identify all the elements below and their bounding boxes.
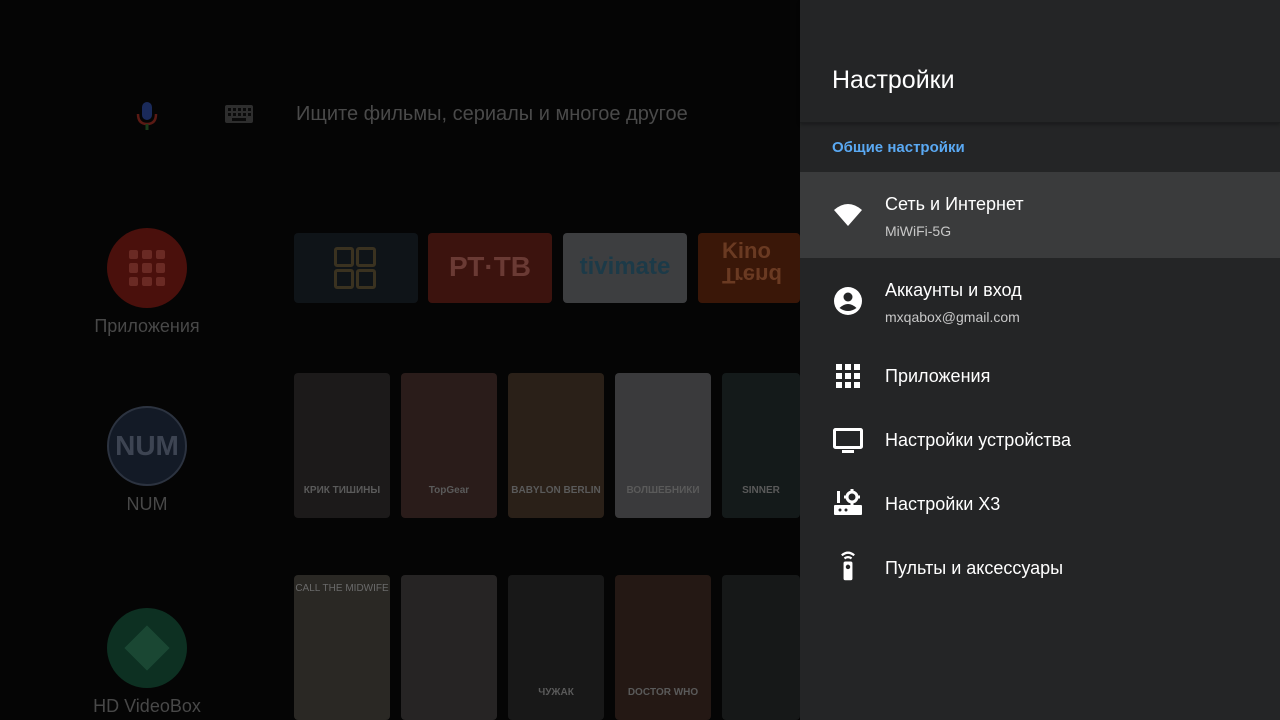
settings-item-network[interactable]: Сеть и Интернет MiWiFi-5G <box>800 172 1280 258</box>
poster-caption: SINNER <box>742 485 780 496</box>
poster-card[interactable]: SINNER <box>722 373 800 518</box>
app-tile-text: tivimate <box>579 253 671 280</box>
apps-circle-icon <box>107 228 187 308</box>
account-icon <box>834 287 862 315</box>
settings-item-x3[interactable]: Настройки X3 <box>800 472 1280 536</box>
hd-videobox-icon <box>107 608 187 688</box>
home-screen-background: Ищите фильмы, сериалы и многое другое Пр… <box>0 0 800 720</box>
settings-item-title: Настройки устройства <box>885 430 1071 450</box>
settings-item-device[interactable]: Настройки устройства <box>800 408 1280 472</box>
poster-caption: TopGear <box>428 485 470 496</box>
poster-card[interactable]: ВОЛШЕБНИКИ <box>615 373 711 518</box>
page-title: Настройки <box>832 66 955 94</box>
app-tile-tivimate[interactable]: tivimate <box>563 233 687 303</box>
poster-card[interactable]: BABYLON BERLIN <box>508 373 604 518</box>
app-tile-text: Kino Trend <box>722 238 782 289</box>
app-tile-kinotrend[interactable]: Kino Trend <box>698 233 800 303</box>
side-item-label: NUM <box>126 494 168 514</box>
app-tile-grid[interactable] <box>294 233 418 303</box>
side-item-num[interactable]: NUM NUM <box>72 406 222 515</box>
app-tile-rt-tv[interactable]: РТ·ТВ <box>428 233 552 303</box>
poster-card[interactable]: CALL THE MIDWIFE <box>294 575 390 720</box>
side-item-apps[interactable]: Приложения <box>72 228 222 337</box>
side-item-label: Приложения <box>94 316 200 336</box>
remote-icon <box>841 551 855 581</box>
keyboard-icon[interactable] <box>224 104 254 126</box>
settings-item-title: Пульты и аксессуары <box>885 558 1064 578</box>
settings-item-title: Сеть и Интернет <box>885 194 1024 214</box>
device-settings-icon <box>834 489 862 515</box>
poster-card[interactable]: КРИК ТИШИНЫ <box>294 373 390 518</box>
poster-caption: CALL THE MIDWIFE <box>295 583 389 594</box>
settings-item-title: Аккаунты и вход <box>885 280 1022 300</box>
settings-item-subtitle: MiWiFi-5G <box>885 223 952 239</box>
poster-card[interactable]: ЧУЖАК <box>508 575 604 720</box>
settings-item-accounts[interactable]: Аккаунты и вход mxqabox@gmail.com <box>800 258 1280 344</box>
poster-caption: BABYLON BERLIN <box>511 485 601 496</box>
num-badge-text: NUM <box>115 430 179 461</box>
settings-header: Настройки <box>800 0 1280 123</box>
settings-item-title: Настройки X3 <box>885 494 1001 514</box>
poster-card[interactable] <box>401 575 497 720</box>
poster-caption: ВОЛШЕБНИКИ <box>626 485 700 496</box>
apps-grid-icon <box>836 364 860 388</box>
tv-icon <box>833 428 863 453</box>
settings-item-apps[interactable]: Приложения <box>800 344 1280 408</box>
settings-item-remotes[interactable]: Пульты и аксессуары <box>800 536 1280 600</box>
app-tile-text: РТ·ТВ <box>448 251 532 282</box>
poster-caption: ЧУЖАК <box>538 687 574 698</box>
side-item-label: HD VideoBox <box>93 696 201 716</box>
microphone-icon[interactable] <box>134 100 160 132</box>
search-placeholder[interactable]: Ищите фильмы, сериалы и многое другое <box>296 103 688 126</box>
side-item-hd-videobox[interactable]: HD VideoBox <box>72 608 222 717</box>
wifi-icon <box>834 204 862 226</box>
settings-panel: Настройки Общие настройки Сеть и Интерне… <box>800 0 1280 720</box>
poster-card[interactable] <box>722 575 800 720</box>
poster-card[interactable]: TopGear <box>401 373 497 518</box>
settings-item-subtitle: mxqabox@gmail.com <box>885 309 1020 325</box>
poster-caption: DOCTOR WHO <box>627 687 699 698</box>
poster-card[interactable]: DOCTOR WHO <box>615 575 711 720</box>
section-title: Общие настройки <box>832 139 965 156</box>
settings-item-title: Приложения <box>885 366 991 386</box>
poster-caption: КРИК ТИШИНЫ <box>303 485 381 496</box>
num-app-icon: NUM <box>107 406 187 486</box>
